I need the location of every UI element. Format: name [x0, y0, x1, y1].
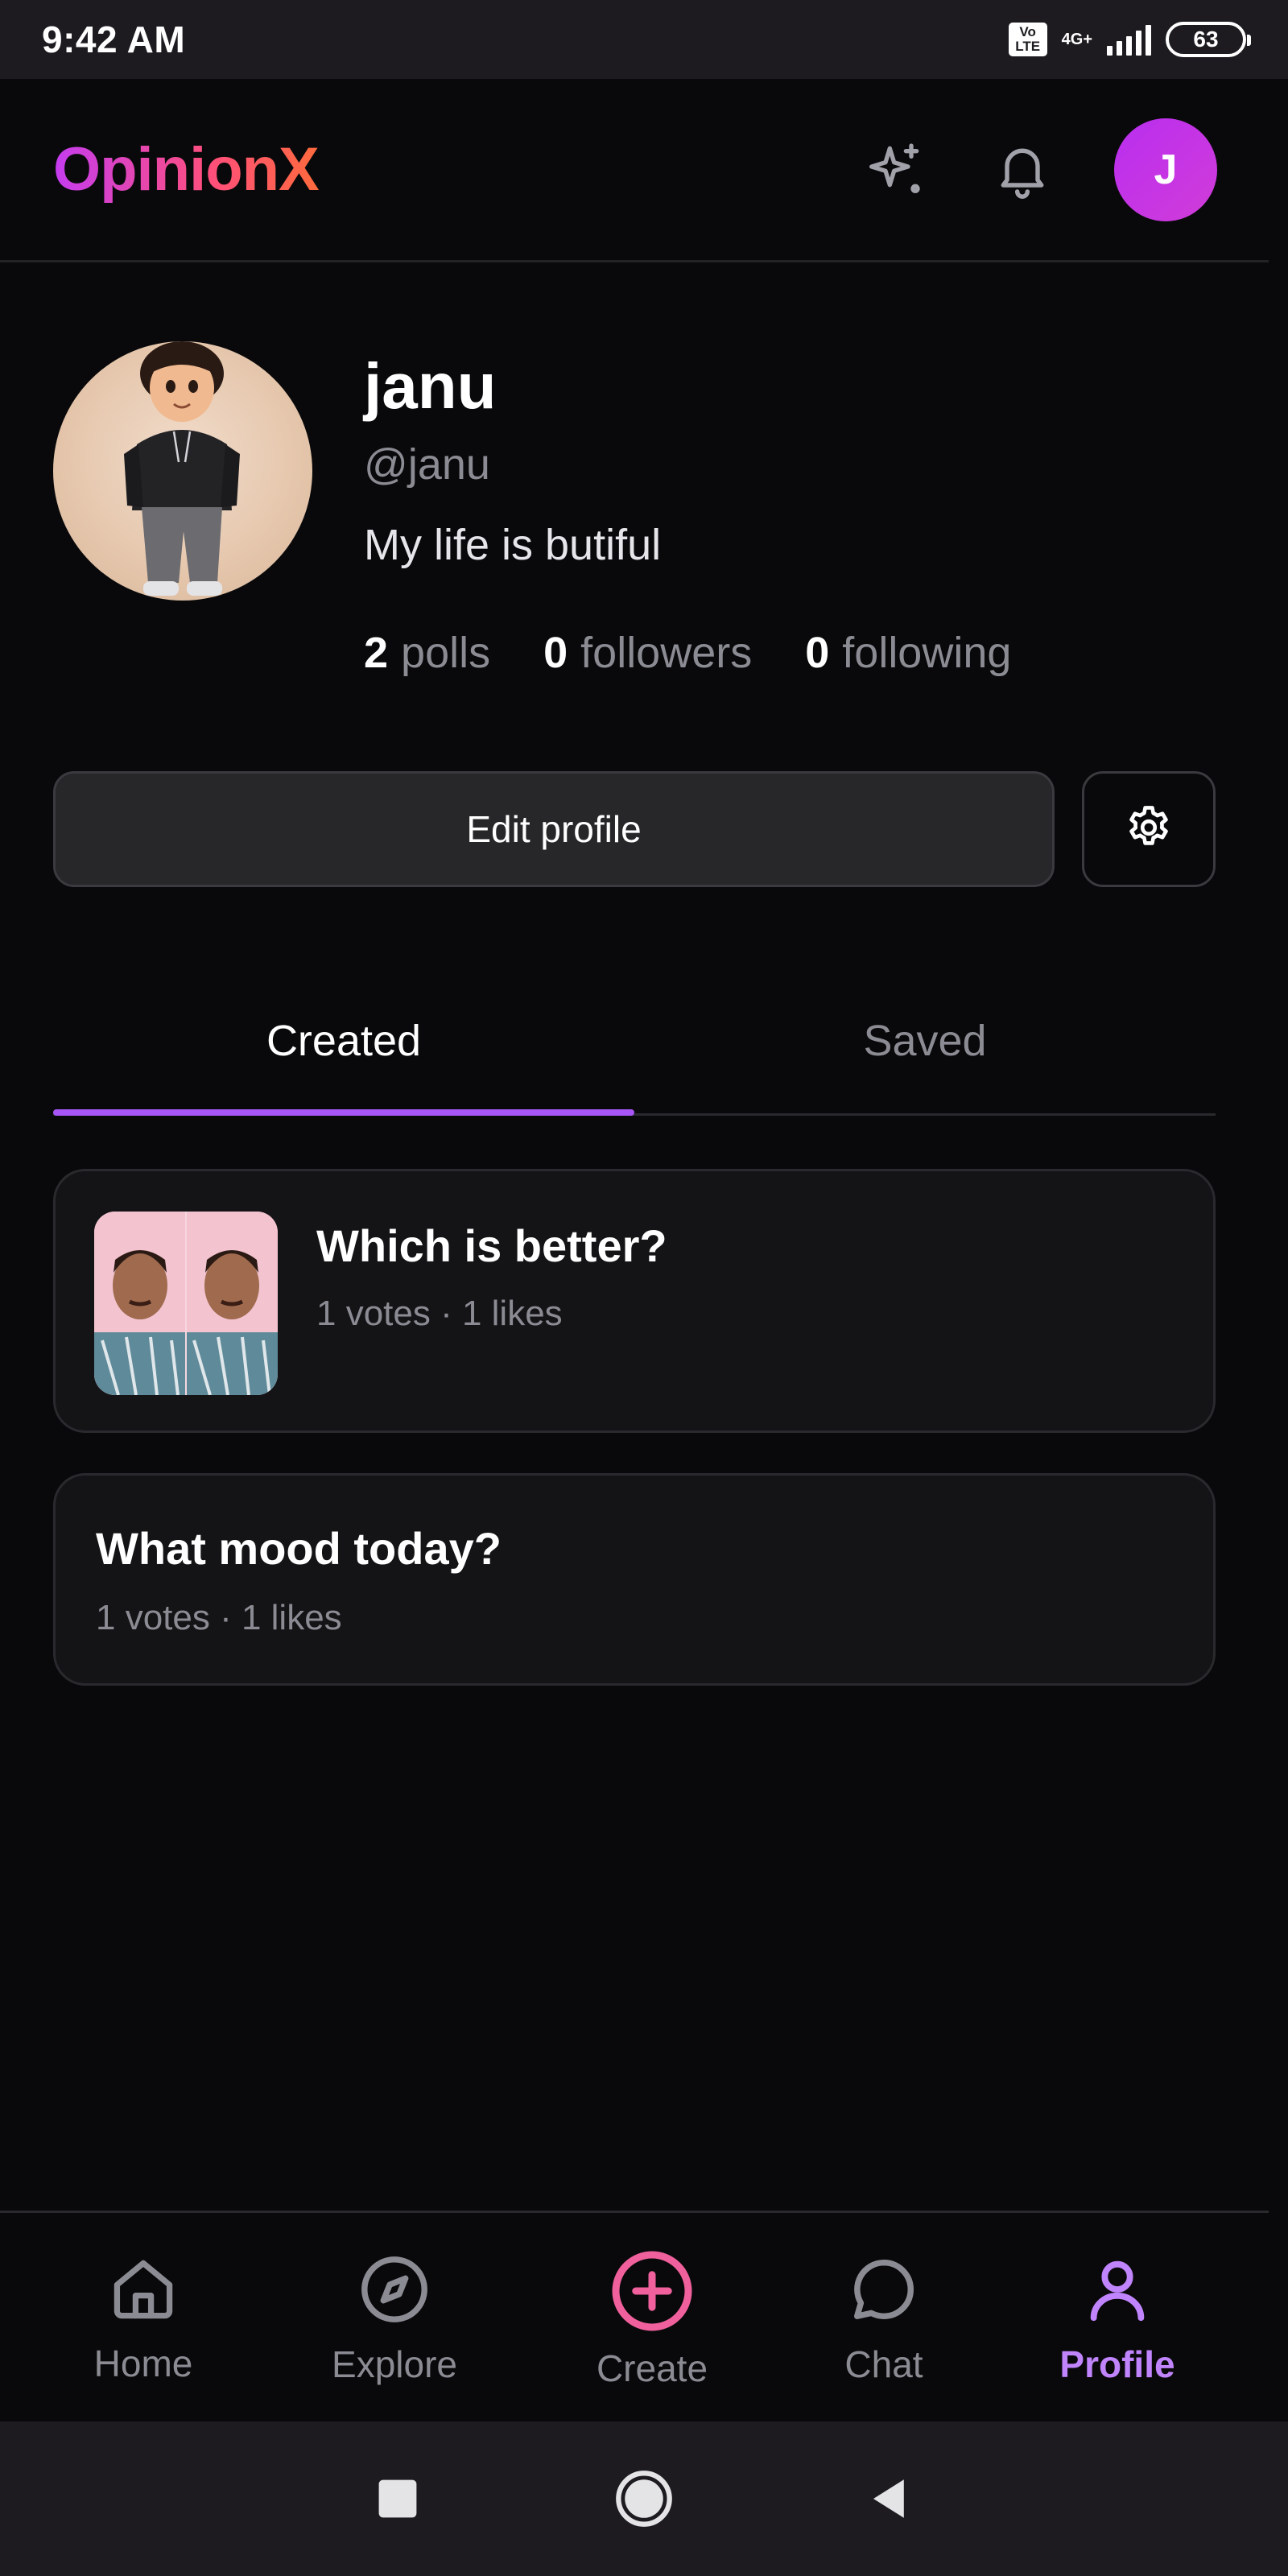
battery-level: 63	[1193, 27, 1219, 52]
avatar[interactable]: J	[1114, 118, 1217, 221]
nav-label: Profile	[1059, 2343, 1175, 2385]
stat-label: following	[842, 629, 1012, 677]
username-handle: @janu	[364, 440, 490, 489]
volte-badge: Vo LTE	[1008, 23, 1047, 56]
settings-button[interactable]	[1082, 771, 1216, 887]
profile-photo	[53, 341, 312, 601]
bell-icon[interactable]	[987, 134, 1058, 205]
nav-label: Explore	[332, 2343, 457, 2385]
back-icon[interactable]	[858, 2467, 923, 2531]
edit-profile-button[interactable]: Edit profile	[53, 771, 1055, 887]
app-header: OpinionX J	[0, 79, 1269, 262]
stat-label: followers	[580, 629, 753, 677]
poll-card[interactable]: Which is better? 1 votes · 1 likes	[53, 1169, 1216, 1433]
nav-item-profile[interactable]: Profile	[997, 2213, 1238, 2424]
tab-saved[interactable]: Saved	[634, 966, 1216, 1116]
active-tab-indicator	[53, 1109, 634, 1116]
sparkle-icon[interactable]	[860, 134, 931, 205]
poll-title: What mood today?	[96, 1523, 502, 1574]
stat-value: 2	[364, 629, 389, 677]
poll-thumbnail	[94, 1212, 278, 1395]
stat-value: 0	[543, 629, 568, 677]
status-bar: 9:42 AM Vo LTE 4G+ 63	[0, 0, 1288, 79]
brand-logo[interactable]: OpinionX	[53, 134, 320, 204]
nav-item-chat[interactable]: Chat	[763, 2213, 1005, 2424]
compass-icon	[357, 2252, 432, 2331]
stat-value: 0	[805, 629, 830, 677]
tab-created[interactable]: Created	[53, 966, 634, 1116]
stat-following[interactable]: 0 following	[805, 628, 1011, 678]
chat-bubble-icon	[846, 2252, 922, 2331]
nav-item-explore[interactable]: Explore	[274, 2213, 515, 2424]
recents-icon[interactable]	[365, 2467, 430, 2531]
home-icon	[106, 2252, 180, 2330]
avatar-initial: J	[1154, 146, 1178, 193]
poll-card[interactable]: What mood today? 1 votes · 1 likes	[53, 1473, 1216, 1686]
header-actions: J	[860, 118, 1217, 221]
profile-tabs: Created Saved	[53, 966, 1216, 1116]
nav-label: Home	[93, 2342, 193, 2384]
network-type: 4G+	[1061, 31, 1092, 48]
profile-stats: 2 polls 0 followers 0 following	[364, 628, 1011, 678]
stat-polls[interactable]: 2 polls	[364, 628, 490, 678]
signal-icon	[1107, 23, 1151, 56]
profile-info: janu @janu My life is butiful	[364, 345, 661, 573]
gear-icon	[1124, 803, 1174, 857]
system-nav-bar	[0, 2421, 1288, 2576]
bio-text: My life is butiful	[364, 521, 662, 569]
nav-item-create[interactable]: Create	[531, 2213, 773, 2424]
edit-profile-label: Edit profile	[466, 808, 642, 850]
status-indicators: Vo LTE 4G+ 63	[1008, 22, 1251, 57]
display-name: janu	[364, 350, 497, 422]
poll-meta: 1 votes · 1 likes	[96, 1598, 342, 1637]
stat-followers[interactable]: 0 followers	[543, 628, 752, 678]
bottom-nav: Home Explore Create Chat Profile	[0, 2211, 1269, 2421]
status-time: 9:42 AM	[42, 19, 186, 60]
nav-item-home[interactable]: Home	[23, 2213, 264, 2424]
nav-label: Chat	[844, 2343, 923, 2385]
poll-title: Which is better?	[316, 1220, 667, 1271]
plus-circle-icon	[609, 2248, 696, 2339]
battery-icon: 63	[1166, 22, 1251, 57]
home-button-icon[interactable]	[612, 2467, 676, 2531]
user-icon	[1080, 2252, 1155, 2331]
poll-meta: 1 votes · 1 likes	[316, 1294, 563, 1333]
nav-label: Create	[596, 2347, 708, 2389]
stat-label: polls	[401, 629, 491, 677]
